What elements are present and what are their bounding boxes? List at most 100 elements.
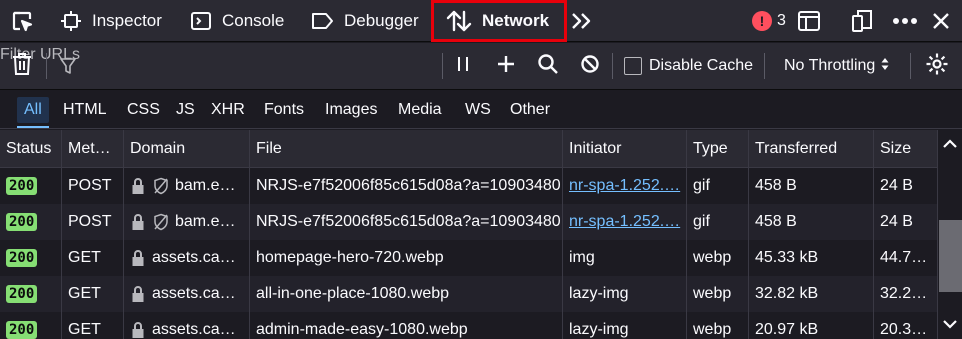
initiator-cell: lazy-img	[563, 276, 687, 312]
type-filter-media[interactable]: Media	[391, 97, 449, 123]
tab-debugger-label: Debugger	[344, 11, 419, 30]
initiator-link[interactable]: nr-spa-1.252.…	[569, 213, 680, 231]
type-filter-xhr[interactable]: XHR	[204, 97, 252, 123]
column-header-method[interactable]: Met…	[62, 130, 124, 168]
request-blocking-button[interactable]	[580, 43, 600, 89]
requests-table-header: Status Met… Domain File Initiator Type T…	[0, 130, 937, 168]
status-badge: 200	[6, 249, 38, 267]
chevron-up-icon[interactable]	[943, 136, 957, 153]
tab-network-label: Network	[482, 11, 550, 30]
error-count-button[interactable]: ! 3	[752, 0, 786, 42]
split-layout-icon	[797, 10, 821, 32]
column-header-domain[interactable]: Domain	[124, 130, 250, 168]
disable-cache-checkbox[interactable]	[624, 57, 642, 75]
plus-icon	[496, 54, 516, 78]
file-cell: NRJS-e7f52006f85c615d08a?a=10903480!	[250, 168, 563, 204]
tab-console-label: Console	[222, 11, 285, 30]
table-scrollbar[interactable]	[937, 130, 962, 339]
domain-text: assets.ca…	[152, 321, 236, 338]
column-header-initiator[interactable]: Initiator	[563, 130, 687, 168]
tab-console[interactable]: Console	[190, 0, 284, 42]
filter-urls-input[interactable]	[0, 43, 340, 67]
domain-text: assets.ca…	[152, 285, 236, 302]
lock-icon	[132, 214, 144, 230]
table-row[interactable]: 200 GET assets.ca… all-in-one-place-1080…	[0, 276, 937, 312]
add-request-button[interactable]	[496, 43, 516, 89]
type-filter-fonts[interactable]: Fonts	[257, 97, 311, 123]
throttling-select[interactable]: No Throttling	[784, 43, 889, 89]
type-filter-other[interactable]: Other	[503, 97, 557, 123]
table-row[interactable]: 200 POST bam.e… NRJS-e7f52006f85c615d08a…	[0, 204, 937, 240]
divider	[46, 53, 47, 79]
divider	[612, 53, 613, 79]
gear-icon	[925, 52, 949, 80]
type-cell: webp	[687, 240, 749, 276]
size-cell: 44.7…	[880, 249, 928, 266]
column-header-file[interactable]: File	[250, 130, 563, 168]
scrollbar-thumb[interactable]	[939, 220, 962, 292]
block-icon	[580, 54, 600, 78]
tab-inspector[interactable]: Inspector	[60, 0, 162, 42]
type-filter-css[interactable]: CSS	[120, 97, 167, 123]
chevron-down-icon[interactable]	[943, 316, 957, 333]
column-header-type[interactable]: Type	[687, 130, 749, 168]
pause-recording-button[interactable]	[455, 43, 471, 89]
file-cell: homepage-hero-720.webp	[250, 240, 563, 276]
type-filter-all[interactable]: All	[17, 97, 49, 128]
transferred-cell: 32.82 kB	[749, 276, 874, 312]
chevron-double-right-icon	[569, 10, 593, 32]
transferred-cell: 20.97 kB	[749, 312, 874, 339]
filter-icon	[60, 43, 76, 89]
tab-network[interactable]: Network	[431, 0, 567, 42]
divider	[764, 53, 765, 79]
lock-icon	[132, 250, 144, 266]
close-devtools-button[interactable]	[931, 0, 951, 42]
search-button[interactable]	[537, 43, 559, 89]
trash-icon	[11, 52, 33, 80]
network-settings-button[interactable]	[925, 43, 949, 89]
file-cell: admin-made-easy-1080.webp	[250, 312, 563, 339]
responsive-design-button[interactable]	[850, 0, 874, 42]
column-header-size[interactable]: Size	[874, 130, 937, 168]
method-cell: POST	[62, 168, 124, 204]
file-cell: all-in-one-place-1080.webp	[250, 276, 563, 312]
table-row[interactable]: 200 GET assets.ca… admin-made-easy-1080.…	[0, 312, 937, 339]
tracker-shield-icon	[154, 213, 168, 231]
table-row[interactable]: 200 GET assets.ca… homepage-hero-720.web…	[0, 240, 937, 276]
more-options-button[interactable]	[892, 0, 918, 42]
console-icon	[190, 10, 212, 32]
disable-cache-toggle[interactable]: Disable Cache	[624, 43, 753, 89]
type-filter-html[interactable]: HTML	[56, 97, 114, 123]
type-filter-ws[interactable]: WS	[458, 97, 498, 123]
debugger-icon	[310, 10, 334, 32]
responsive-design-icon	[850, 9, 874, 33]
status-badge: 200	[6, 213, 38, 231]
split-console-button[interactable]	[797, 0, 821, 42]
lock-icon	[132, 286, 144, 302]
clear-requests-button[interactable]	[11, 43, 33, 89]
type-filter-js[interactable]: JS	[169, 97, 202, 123]
tab-debugger[interactable]: Debugger	[310, 0, 419, 42]
initiator-link[interactable]: nr-spa-1.252.…	[569, 177, 680, 195]
type-cell: webp	[687, 276, 749, 312]
close-icon	[931, 11, 951, 31]
table-row[interactable]: 200 POST bam.e… NRJS-e7f52006f85c615d08a…	[0, 168, 937, 204]
transferred-cell: 458 B	[749, 204, 874, 240]
more-tabs-button[interactable]	[569, 0, 593, 42]
column-header-status[interactable]: Status	[0, 130, 62, 168]
element-picker-button[interactable]	[10, 0, 34, 42]
status-badge: 200	[6, 177, 38, 195]
type-cell: gif	[687, 204, 749, 240]
size-cell: 24 B	[880, 213, 913, 230]
type-filter-images[interactable]: Images	[318, 97, 384, 123]
pause-icon	[455, 55, 471, 77]
domain-text: bam.e…	[175, 213, 236, 230]
file-cell: NRJS-e7f52006f85c615d08a?a=10903480!	[250, 204, 563, 240]
search-icon	[537, 53, 559, 79]
transferred-cell: 45.33 kB	[749, 240, 874, 276]
column-header-transferred[interactable]: Transferred	[749, 130, 874, 168]
method-cell: POST	[62, 204, 124, 240]
network-icon	[446, 9, 472, 33]
requests-table-body: 200 POST bam.e… NRJS-e7f52006f85c615d08a…	[0, 168, 937, 339]
size-cell: 24 B	[880, 177, 913, 194]
